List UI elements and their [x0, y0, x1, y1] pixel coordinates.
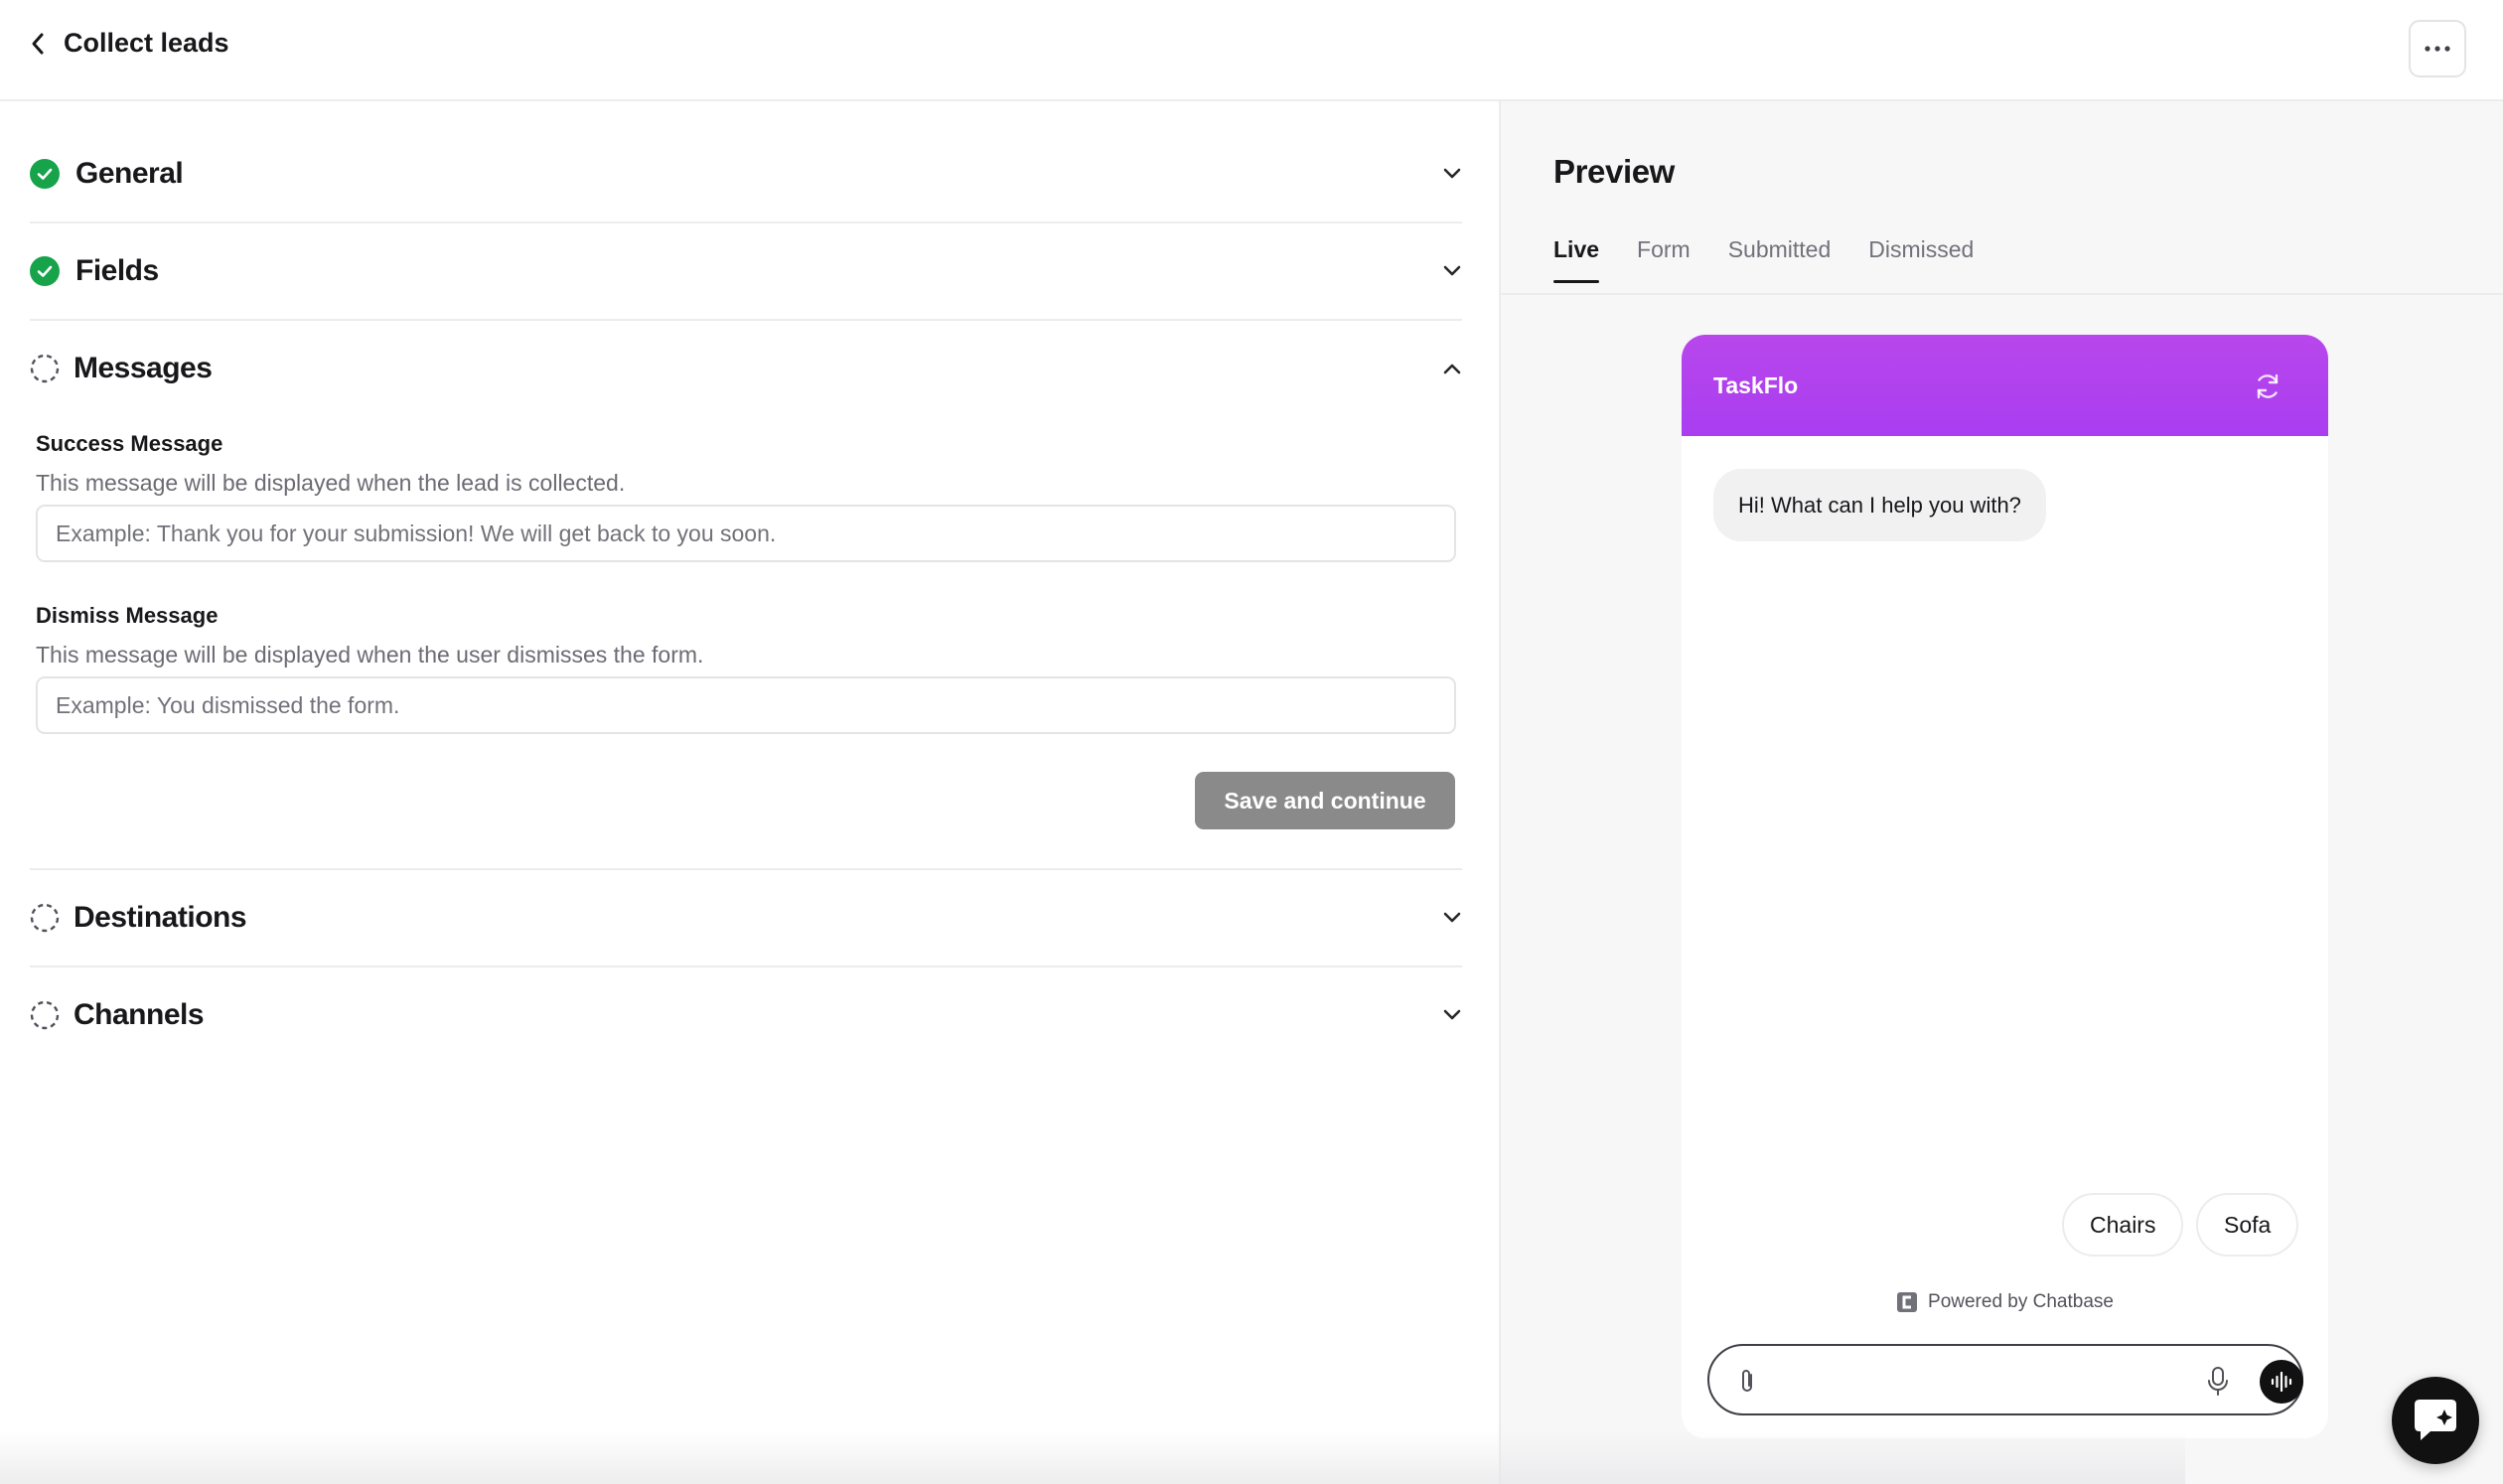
audio-waveform-icon	[2270, 1370, 2293, 1394]
section-messages-header[interactable]: Messages	[30, 321, 1462, 416]
refresh-icon[interactable]	[2252, 371, 2283, 402]
chat-widget-preview: TaskFlo Hi! What can I help you with? Ch…	[1682, 335, 2328, 1438]
suggestion-chip-chairs[interactable]: Chairs	[2062, 1193, 2184, 1257]
tab-dismissed[interactable]: Dismissed	[1868, 236, 1974, 283]
chat-composer	[1707, 1344, 2303, 1415]
chatbase-logo-icon	[1896, 1291, 1918, 1313]
chevron-down-icon	[1442, 168, 1462, 180]
preview-panel: Preview Live Form Submitted Dismissed Ta…	[1499, 101, 2503, 1484]
chat-header: TaskFlo	[1682, 335, 2328, 436]
microphone-icon[interactable]	[2206, 1366, 2230, 1398]
dismiss-message-help: This message will be displayed when the …	[36, 642, 704, 668]
powered-by-text: Powered by Chatbase	[1928, 1291, 2114, 1312]
chevron-down-icon	[1442, 1009, 1462, 1021]
section-channels-label: Channels	[74, 998, 205, 1031]
bot-message-bubble: Hi! What can I help you with?	[1713, 469, 2046, 541]
more-options-button[interactable]	[2409, 20, 2466, 77]
section-fields-header[interactable]: Fields	[30, 223, 1462, 319]
dashed-circle-icon	[30, 1000, 60, 1030]
section-destinations-label: Destinations	[74, 901, 247, 934]
chat-bot-name: TaskFlo	[1713, 372, 1799, 398]
section-general-header[interactable]: General	[30, 126, 1462, 222]
section-fields-label: Fields	[75, 254, 159, 287]
check-circle-icon	[30, 159, 60, 189]
chevron-down-icon	[1442, 265, 1462, 277]
check-circle-icon	[30, 256, 60, 286]
tab-live[interactable]: Live	[1553, 236, 1600, 283]
dashed-circle-icon	[30, 903, 60, 933]
chevron-up-icon	[1442, 363, 1462, 374]
chevron-left-icon	[30, 32, 46, 56]
page-title: Collect leads	[64, 28, 229, 58]
dismiss-message-input[interactable]	[36, 676, 1456, 734]
chat-bubble-icon	[2409, 1397, 2462, 1444]
success-message-help: This message will be displayed when the …	[36, 470, 626, 496]
preview-title: Preview	[1553, 153, 1675, 190]
settings-panel: General Fields Messages Success Message …	[0, 101, 1499, 1484]
dismiss-message-label: Dismiss Message	[36, 603, 219, 628]
back-link[interactable]: Collect leads	[30, 28, 229, 59]
ellipsis-icon	[2425, 46, 2450, 52]
voice-mode-button[interactable]	[2260, 1360, 2303, 1404]
powered-by: Powered by Chatbase	[1682, 1291, 2328, 1313]
suggestion-chip-sofa[interactable]: Sofa	[2196, 1193, 2299, 1257]
tab-form[interactable]: Form	[1637, 236, 1691, 283]
top-bar: Collect leads	[0, 0, 2503, 101]
chevron-down-icon	[1442, 912, 1462, 924]
section-general-label: General	[75, 157, 184, 190]
save-and-continue-button[interactable]: Save and continue	[1195, 772, 1455, 829]
chat-launcher-button[interactable]	[2392, 1377, 2479, 1464]
tabs-divider	[1501, 293, 2503, 295]
chat-message-input[interactable]	[1769, 1356, 2186, 1406]
preview-tabs: Live Form Submitted Dismissed	[1553, 236, 1974, 283]
section-messages-label: Messages	[74, 352, 213, 384]
success-message-label: Success Message	[36, 431, 223, 456]
success-message-input[interactable]	[36, 505, 1456, 562]
dashed-circle-icon	[30, 354, 60, 383]
section-destinations-header[interactable]: Destinations	[30, 870, 1462, 965]
section-channels-header[interactable]: Channels	[30, 967, 1462, 1063]
paperclip-icon[interactable]	[1737, 1366, 1757, 1396]
tab-submitted[interactable]: Submitted	[1728, 236, 1832, 283]
